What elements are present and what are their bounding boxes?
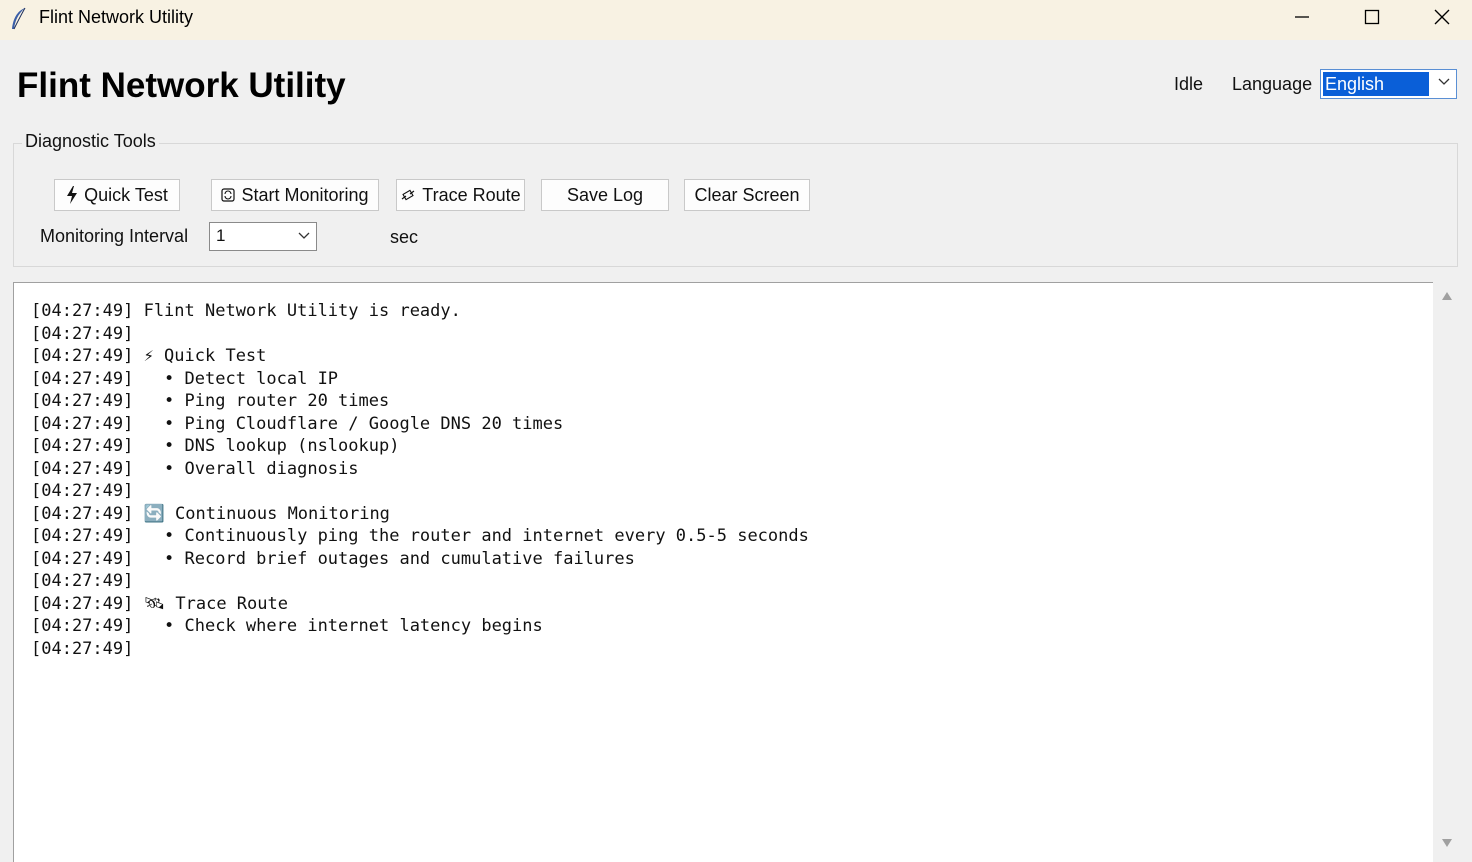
log-line: [04:27:49] bbox=[31, 481, 134, 501]
log-line: [04:27:49] 🔄 Continuous Monitoring bbox=[31, 503, 390, 524]
log-line: [04:27:49] ⚡ Quick Test bbox=[31, 346, 267, 366]
log-line: [04:27:49] 🛰 Trace Route bbox=[31, 593, 288, 614]
monitoring-interval-select[interactable]: 1 bbox=[209, 222, 317, 251]
status-text: Idle bbox=[1174, 74, 1204, 94]
log-line: [04:27:49] • Detect local IP bbox=[31, 368, 339, 389]
language-select-value: English bbox=[1323, 72, 1429, 96]
interval-unit-label: sec bbox=[390, 227, 419, 247]
log-scrollbar[interactable] bbox=[1433, 282, 1461, 862]
log-line: [04:27:49] • DNS lookup (nslookup) bbox=[31, 436, 400, 456]
clear-screen-button[interactable]: Clear Screen bbox=[684, 179, 810, 211]
log-line: [04:27:49] • Check where internet latenc… bbox=[31, 616, 543, 636]
quick-test-button[interactable]: Quick Test bbox=[54, 179, 180, 211]
save-log-button[interactable]: Save Log bbox=[541, 179, 669, 211]
trace-route-label: Trace Route bbox=[422, 184, 521, 205]
log-line: [04:27:49] • Continuously ping the route… bbox=[31, 526, 809, 546]
feather-icon bbox=[12, 7, 26, 30]
start-monitoring-label: Start Monitoring bbox=[241, 184, 369, 205]
log-line: [04:27:49] • Ping Cloudflare / Google DN… bbox=[31, 413, 564, 434]
log-line: [04:27:49] bbox=[31, 571, 134, 591]
save-log-label: Save Log bbox=[566, 184, 644, 205]
title-bar: Flint Network Utility bbox=[0, 0, 1472, 40]
app-title: Flint Network Utility bbox=[17, 66, 346, 105]
log-line: [04:27:49] Flint Network Utility is read… bbox=[31, 301, 461, 321]
maximize-icon bbox=[1364, 9, 1380, 25]
monitoring-interval-label: Monitoring Interval bbox=[40, 226, 189, 246]
quick-test-label: Quick Test bbox=[84, 184, 168, 205]
trace-route-button[interactable]: Trace Route bbox=[396, 179, 525, 211]
start-monitoring-button[interactable]: Start Monitoring bbox=[211, 179, 379, 211]
log-line: [04:27:49] • Overall diagnosis bbox=[31, 458, 359, 479]
clear-screen-label: Clear Screen bbox=[694, 184, 800, 205]
close-button[interactable] bbox=[1407, 0, 1472, 34]
monitoring-interval-value: 1 bbox=[216, 226, 226, 245]
log-line: [04:27:49] bbox=[31, 638, 134, 659]
minimize-icon bbox=[1295, 16, 1309, 18]
satellite-icon bbox=[401, 189, 415, 201]
minimize-button[interactable] bbox=[1267, 0, 1337, 34]
log-line: [04:27:49] bbox=[31, 323, 134, 344]
log-output[interactable]: [04:27:49] Flint Network Utility is read… bbox=[13, 282, 1433, 862]
maximize-button[interactable] bbox=[1337, 0, 1407, 34]
language-label: Language bbox=[1232, 74, 1313, 94]
refresh-icon bbox=[221, 188, 236, 202]
language-select[interactable]: English bbox=[1320, 69, 1457, 99]
chevron-down-icon bbox=[298, 232, 310, 239]
scroll-down-icon[interactable] bbox=[1441, 838, 1453, 848]
diagnostic-tools-label: Diagnostic Tools bbox=[22, 131, 159, 152]
log-lines: [04:27:49] Flint Network Utility is read… bbox=[31, 300, 809, 660]
window-title: Flint Network Utility bbox=[39, 7, 194, 27]
chevron-down-icon bbox=[1438, 78, 1450, 85]
log-line: [04:27:49] • Record brief outages and cu… bbox=[31, 548, 635, 569]
log-line: [04:27:49] • Ping router 20 times bbox=[31, 391, 390, 411]
scroll-up-icon[interactable] bbox=[1441, 291, 1453, 301]
lightning-icon bbox=[67, 186, 78, 204]
close-icon bbox=[1434, 9, 1450, 25]
